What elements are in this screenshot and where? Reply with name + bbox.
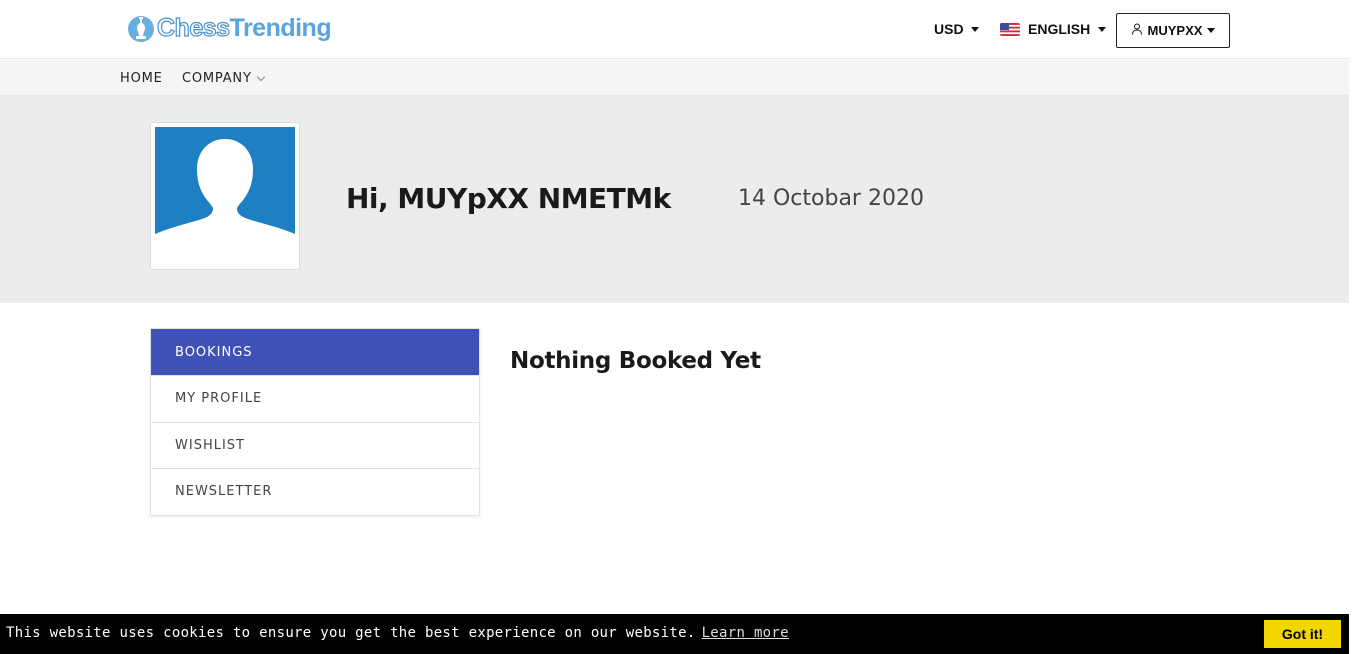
- nav-home[interactable]: HOME: [120, 71, 163, 86]
- nav-company-label: COMPANY: [182, 71, 252, 86]
- avatar[interactable]: [155, 127, 295, 244]
- cookie-message: This website uses cookies to ensure you …: [6, 625, 789, 641]
- sidebar-item-wishlist[interactable]: WISHLIST: [151, 421, 479, 469]
- main-nav: HOME COMPANY: [0, 60, 1349, 96]
- empty-bookings-title: Nothing Booked Yet: [510, 348, 761, 374]
- sidebar-item-label: WISHLIST: [175, 437, 245, 453]
- learn-more-link[interactable]: Learn more: [702, 625, 789, 641]
- profile-banner: Hi, MUYpXX NMETMk 14 Octobar 2020: [0, 96, 1349, 303]
- sidebar-item-bookings[interactable]: BOOKINGS: [151, 329, 479, 375]
- user-menu-button[interactable]: MUYPXX: [1116, 13, 1230, 48]
- logo-text: ChessTrending: [156, 13, 332, 43]
- greeting-heading: Hi, MUYpXX NMETMk: [346, 182, 671, 215]
- cookie-message-text: This website uses cookies to ensure you …: [6, 625, 696, 641]
- language-selector[interactable]: ENGLISH: [1000, 21, 1107, 37]
- sidebar-item-label: BOOKINGS: [175, 344, 253, 360]
- sidebar-item-label: MY PROFILE: [175, 391, 263, 407]
- chevron-down-icon: [256, 72, 265, 81]
- us-flag-icon: [1000, 22, 1020, 36]
- sidebar-item-my-profile[interactable]: MY PROFILE: [151, 375, 479, 422]
- logo-text-trending: Trending: [229, 13, 332, 42]
- sidebar-item-newsletter[interactable]: NEWSLETTER: [151, 468, 479, 515]
- caret-down-icon: [1207, 28, 1216, 33]
- logo-text-chess: Chess: [156, 13, 230, 42]
- top-header: ChessTrending USD ENGLISH MUYPXX: [0, 0, 1349, 59]
- chess-piece-logo-icon: [126, 12, 156, 44]
- currency-selector[interactable]: USD: [934, 21, 979, 37]
- current-date: 14 Octobar 2020: [738, 186, 924, 211]
- page-scrollbar[interactable]: [1349, 0, 1366, 654]
- cookie-banner: This website uses cookies to ensure you …: [0, 614, 1349, 654]
- cookie-accept-button[interactable]: Got it!: [1264, 620, 1341, 648]
- sidebar-item-label: NEWSLETTER: [175, 484, 273, 500]
- nav-home-label: HOME: [120, 71, 163, 86]
- caret-down-icon: [970, 26, 979, 32]
- site-logo[interactable]: ChessTrending: [126, 11, 332, 45]
- language-label: ENGLISH: [1028, 21, 1091, 37]
- avatar-frame: [150, 122, 300, 270]
- currency-label: USD: [934, 21, 964, 37]
- caret-down-icon: [1098, 26, 1107, 32]
- nav-company[interactable]: COMPANY: [182, 71, 265, 86]
- user-menu-label: MUYPXX: [1147, 23, 1203, 38]
- account-sidebar: BOOKINGS MY PROFILE WISHLIST NEWSLETTER: [150, 328, 480, 516]
- user-icon: [1131, 23, 1143, 38]
